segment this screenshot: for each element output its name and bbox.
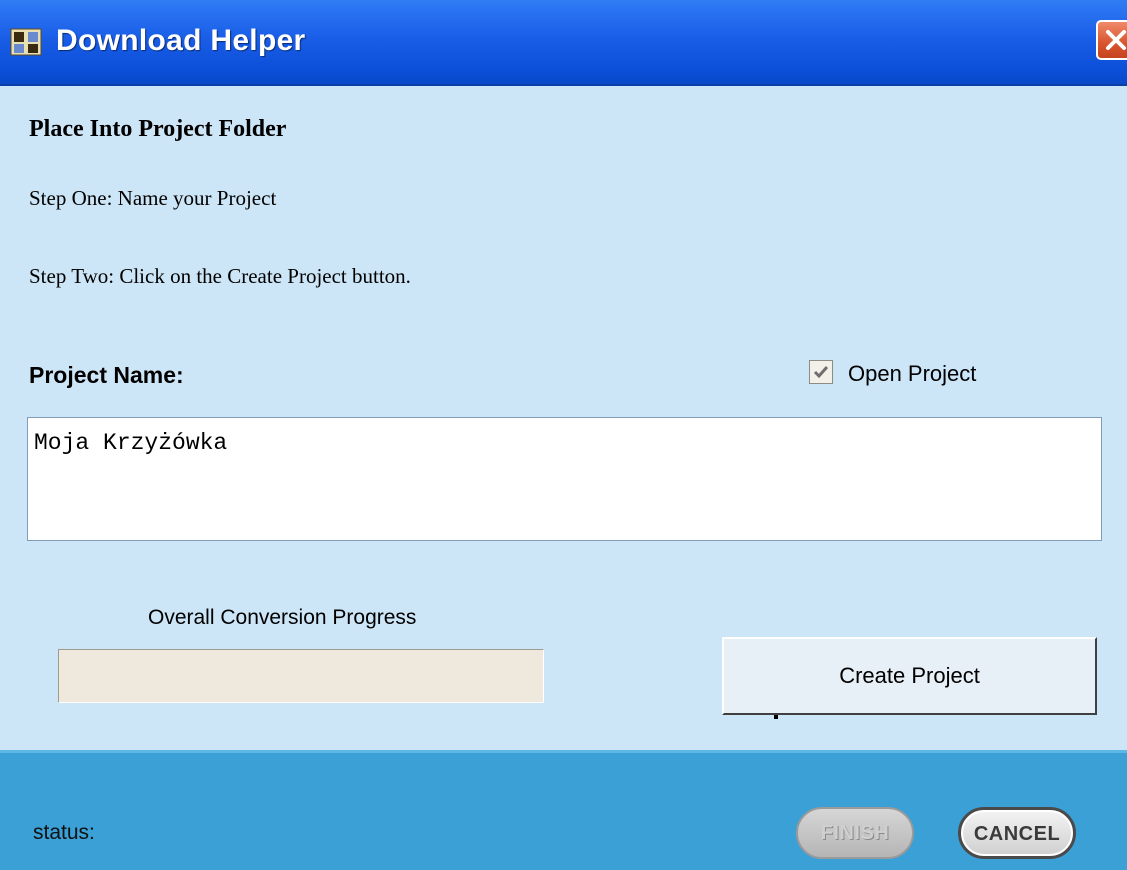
cancel-button[interactable]: CANCEL bbox=[958, 807, 1076, 859]
create-project-button[interactable]: Create Project bbox=[722, 637, 1097, 719]
open-project-label[interactable]: Open Project bbox=[848, 361, 976, 387]
page-title: Place Into Project Folder bbox=[29, 116, 287, 142]
project-name-input[interactable]: Moja Krzyżówka bbox=[27, 417, 1102, 541]
title-bar[interactable]: Download Helper bbox=[0, 0, 1127, 86]
close-button[interactable] bbox=[1096, 20, 1127, 60]
open-project-checkbox[interactable] bbox=[809, 360, 833, 384]
project-name-label: Project Name: bbox=[29, 362, 184, 388]
conversion-progress-bar bbox=[58, 649, 544, 703]
step-two-text: Step Two: Click on the Create Project bu… bbox=[29, 264, 411, 288]
footer-bar: status: FINISH CANCEL bbox=[0, 750, 1127, 870]
cursor-mark bbox=[774, 715, 778, 719]
app-icon bbox=[10, 27, 42, 57]
step-one-text: Step One: Name your Project bbox=[29, 186, 277, 210]
dialog-content: Place Into Project Folder Step One: Name… bbox=[0, 86, 1127, 750]
window-title: Download Helper bbox=[56, 24, 306, 57]
status-label: status: bbox=[33, 821, 95, 844]
checkmark-icon bbox=[813, 366, 829, 379]
progress-label: Overall Conversion Progress bbox=[148, 606, 417, 629]
finish-button[interactable]: FINISH bbox=[796, 807, 914, 859]
create-project-label: Create Project bbox=[839, 663, 980, 688]
